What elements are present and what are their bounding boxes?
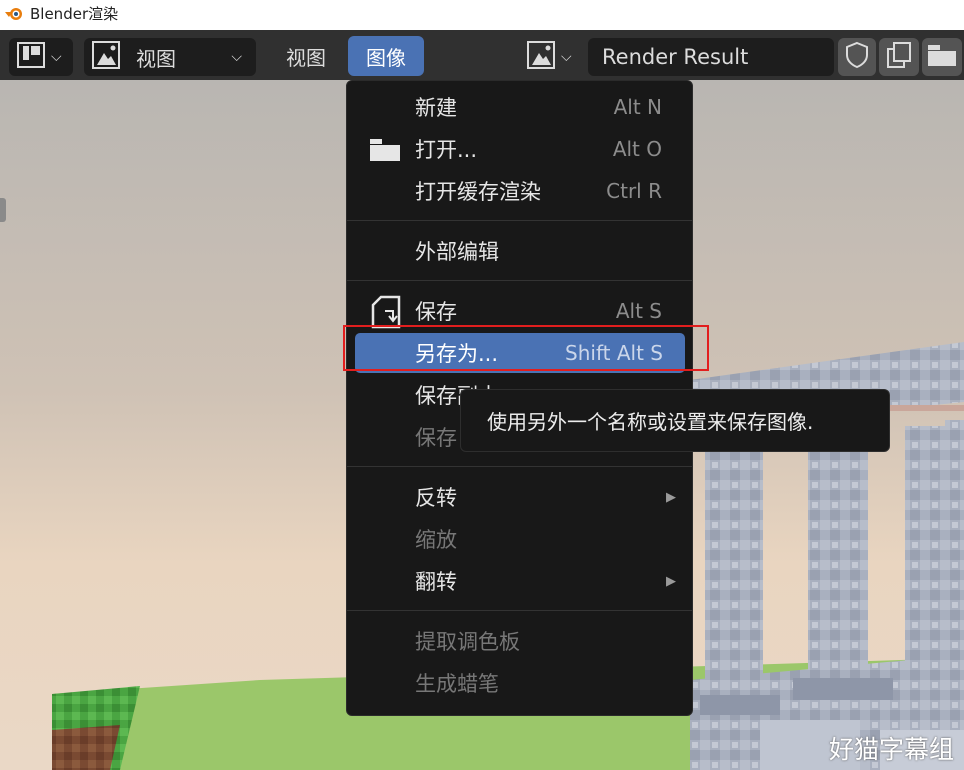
image-editor-header: ⌵ 视图 ⌵ 视图 图像 ⌵ Render Result	[0, 30, 964, 80]
new-image-button[interactable]	[879, 38, 919, 76]
image-icon	[527, 40, 557, 74]
image-icon	[92, 40, 122, 74]
watermark: 好猫字幕组	[828, 735, 954, 764]
highlight-box	[343, 325, 709, 371]
menu-separator	[347, 280, 692, 281]
tooltip-text: 使用另外一个名称或设置来保存图像.	[487, 410, 814, 434]
menu-separator	[347, 610, 692, 611]
menu-item-edit-externally[interactable]: 外部编辑	[347, 231, 692, 271]
menu-item-generate-grease-pencil[interactable]: 生成蜡笔	[347, 663, 692, 703]
menu-view[interactable]: 视图	[276, 36, 336, 76]
chevron-down-icon: ⌵	[51, 49, 62, 65]
image-editor-type-icon	[17, 41, 47, 73]
shield-icon	[845, 41, 869, 74]
chevron-down-icon: ⌵	[561, 49, 572, 65]
window-title: Blender渲染	[30, 4, 119, 23]
chevron-down-icon: ⌵	[231, 49, 242, 65]
menu-separator	[347, 220, 692, 221]
view-mode-dropdown[interactable]: 视图 ⌵	[84, 38, 256, 76]
submenu-arrow-icon: ▶	[666, 573, 676, 589]
open-image-button[interactable]	[922, 38, 962, 76]
menu-item-open[interactable]: 打开... Alt O	[347, 129, 692, 169]
menu-item-new[interactable]: 新建 Alt N	[347, 87, 692, 127]
menu-item-flip[interactable]: 翻转 ▶	[347, 561, 692, 601]
folder-icon	[369, 137, 401, 167]
window-titlebar: Blender渲染	[0, 0, 964, 26]
image-name-field[interactable]: Render Result	[588, 38, 834, 76]
tooltip: 使用另外一个名称或设置来保存图像.	[460, 389, 890, 452]
browse-image-button[interactable]: ⌵	[521, 38, 585, 76]
submenu-arrow-icon: ▶	[666, 489, 676, 505]
editor-type-button[interactable]: ⌵	[9, 38, 73, 76]
menu-separator	[347, 466, 692, 467]
duplicate-icon	[885, 41, 913, 74]
sidebar-toggle-tab[interactable]	[0, 198, 6, 222]
folder-icon	[927, 43, 957, 72]
fake-user-button[interactable]	[838, 38, 876, 76]
blender-logo-icon	[4, 3, 24, 23]
menu-image[interactable]: 图像	[348, 36, 424, 76]
menu-item-invert[interactable]: 反转 ▶	[347, 477, 692, 517]
menu-item-resize[interactable]: 缩放	[347, 519, 692, 559]
image-name: Render Result	[602, 45, 749, 69]
menu-item-open-cached-render[interactable]: 打开缓存渲染 Ctrl R	[347, 171, 692, 211]
view-mode-label: 视图	[136, 46, 176, 71]
menu-item-extract-palette[interactable]: 提取调色板	[347, 621, 692, 661]
